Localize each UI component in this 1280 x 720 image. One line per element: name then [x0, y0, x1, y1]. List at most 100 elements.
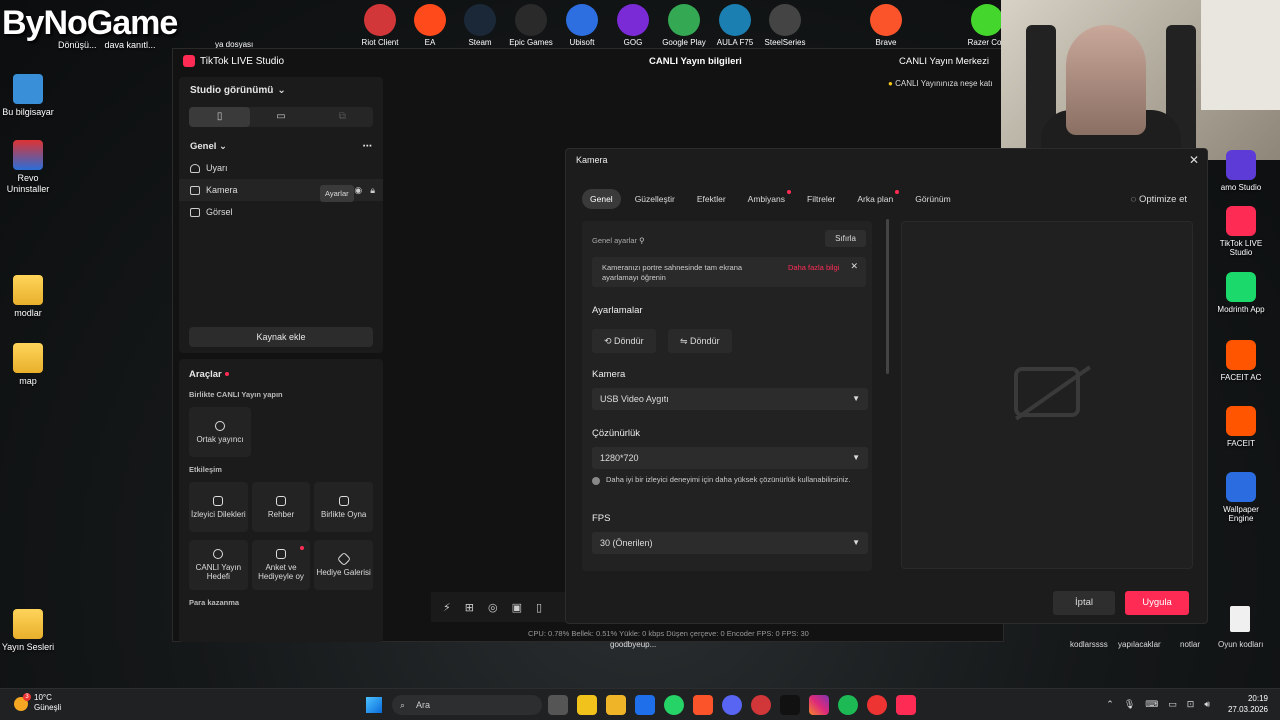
landscape-view-icon[interactable]: ▭: [250, 107, 311, 127]
phone-icon[interactable]: ▯: [536, 601, 542, 614]
windows-start-icon[interactable]: [366, 697, 382, 713]
tab-label: Arka plan: [857, 194, 894, 204]
riot-icon[interactable]: [751, 695, 771, 715]
document-icon[interactable]: [1230, 606, 1250, 632]
tool-cohost[interactable]: Ortak yayıncı: [189, 407, 251, 457]
tab-4[interactable]: Filtreler: [799, 189, 843, 209]
tool-viewer-wishes[interactable]: İzleyici Dilekleri: [189, 482, 248, 532]
tab-2[interactable]: Efektler: [689, 189, 734, 209]
task-view-icon[interactable]: [548, 695, 568, 715]
canvas-toolbar: ⚡ ⊞ ◎ ▣ ▯: [431, 592, 571, 622]
chevron-up-icon[interactable]: ⌃: [1106, 699, 1114, 710]
tool-gift-gallery[interactable]: Hediye Galerisi: [314, 540, 374, 590]
tab-6[interactable]: Görünüm: [907, 189, 958, 209]
right-desktop-icon-2[interactable]: Modrinth App: [1216, 272, 1266, 314]
top-app-4[interactable]: Ubisoft: [557, 4, 607, 47]
app-icon: [464, 4, 496, 36]
top-app-2[interactable]: Steam: [455, 4, 505, 47]
top-app-9[interactable]: Brave: [861, 4, 911, 47]
notification-badge: 3: [23, 693, 31, 701]
desktop-icon-revo[interactable]: Revo Uninstaller: [0, 140, 56, 195]
section-general[interactable]: Genel ⌄ ⋯: [179, 135, 383, 157]
layout-icon[interactable]: ▣: [512, 601, 522, 614]
optimize-button[interactable]: ◌ Optimize et: [1131, 194, 1187, 205]
portrait-view-icon[interactable]: ▯: [189, 107, 251, 127]
lock-icon[interactable]: 🔒︎: [370, 185, 375, 196]
right-desktop-icon-5[interactable]: Wallpaper Engine: [1216, 472, 1266, 523]
tab-3[interactable]: Ambiyans: [740, 189, 793, 209]
network-icon[interactable]: ⊡: [1187, 699, 1195, 710]
chrome-icon[interactable]: [867, 695, 887, 715]
desktop-icon-this-pc[interactable]: Bu bilgisayar: [0, 74, 56, 118]
learn-more-link[interactable]: Daha fazla bilgi: [788, 263, 839, 272]
top-app-1[interactable]: EA: [405, 4, 455, 47]
flip-button[interactable]: ⇋ Döndür: [668, 329, 732, 353]
live-info-title[interactable]: CANLI Yayın bilgileri: [649, 56, 742, 67]
tiktok-live-studio-taskbar-icon[interactable]: [896, 695, 916, 715]
studio-view-dropdown[interactable]: Studio görünümü ⌄: [179, 77, 383, 103]
fps-select[interactable]: 30 (Önerilen) ▼: [592, 532, 868, 554]
right-desktop-icon-4[interactable]: FACEIT: [1216, 406, 1266, 448]
outlook-icon[interactable]: [635, 695, 655, 715]
desktop-icon-map[interactable]: map: [0, 343, 56, 387]
folder-icon: [13, 275, 43, 305]
apply-button[interactable]: Uygula: [1125, 591, 1189, 615]
top-app-0[interactable]: Riot Client: [355, 4, 405, 47]
brave-icon[interactable]: [693, 695, 713, 715]
cancel-button[interactable]: İptal: [1053, 591, 1115, 615]
right-desktop-icon-3[interactable]: FACEIT AC: [1216, 340, 1266, 382]
desktop-icon-yayin-sesleri[interactable]: Yayın Sesleri: [0, 609, 56, 653]
spotify-icon[interactable]: [838, 695, 858, 715]
tool-live-goal[interactable]: CANLI Yayın Hedefi: [189, 540, 248, 590]
tool-guide[interactable]: Rehber: [251, 482, 311, 532]
magic-wand-icon[interactable]: ⚡: [443, 601, 451, 614]
microphone-icon[interactable]: 🎙︎: [1124, 699, 1135, 710]
close-icon[interactable]: ✕: [1189, 153, 1199, 167]
source-item-gorsel[interactable]: Görsel: [179, 201, 383, 223]
top-app-6[interactable]: Google Play: [659, 4, 709, 47]
tool-play-together[interactable]: Birlikte Oyna: [314, 482, 374, 532]
right-desktop-icon-1[interactable]: TikTok LIVE Studio: [1216, 206, 1266, 257]
tab-0[interactable]: Genel: [582, 189, 621, 209]
taskbar-search[interactable]: ⌕ Ara: [392, 695, 542, 715]
desktop-icon-dava[interactable]: dava kanıtl...: [100, 40, 160, 51]
settings-scrollbar[interactable]: [886, 219, 889, 374]
resolution-select[interactable]: 1280*720 ▼: [592, 447, 868, 469]
transform-icon[interactable]: ⊞: [465, 601, 474, 614]
live-center-title[interactable]: CANLI Yayın Merkezi: [899, 56, 989, 67]
rotate-button[interactable]: ⟲ Döndür: [592, 329, 656, 353]
right-desktop-icon-0[interactable]: amo Studio: [1216, 150, 1266, 192]
clock[interactable]: 20:19 27.03.2026: [1228, 693, 1268, 715]
top-app-7[interactable]: AULA F75: [710, 4, 760, 47]
more-options-icon[interactable]: ⋯: [363, 141, 373, 152]
tool-poll[interactable]: Anket ve Hediyeyle oy: [251, 540, 311, 590]
tab-5[interactable]: Arka plan: [849, 189, 901, 209]
webcam-feed: [1001, 0, 1280, 160]
tiktok-taskbar-icon[interactable]: [780, 695, 800, 715]
file-explorer-icon[interactable]: [606, 695, 626, 715]
display-icon[interactable]: ▭: [1168, 699, 1177, 710]
reset-button[interactable]: Sıfırla: [825, 230, 866, 247]
store-icon[interactable]: [577, 695, 597, 715]
close-banner-icon[interactable]: ✕: [850, 261, 858, 272]
whatsapp-icon[interactable]: [664, 695, 684, 715]
source-item-uyari[interactable]: Uyarı: [179, 157, 383, 179]
taskbar-pinned-apps: [548, 695, 916, 715]
volume-icon[interactable]: 🔊︎: [1204, 699, 1210, 710]
search-placeholder: Ara: [416, 700, 431, 710]
top-app-8[interactable]: SteelSeries: [760, 4, 810, 47]
instagram-icon[interactable]: [809, 695, 829, 715]
top-app-3[interactable]: Epic Games: [506, 4, 556, 47]
dual-view-icon[interactable]: ⧉: [312, 107, 373, 127]
desktop-icon-modlar[interactable]: modlar: [0, 275, 56, 319]
tab-1[interactable]: Güzelleştir: [627, 189, 683, 209]
camera-select[interactable]: USB Video Aygıtı ▼: [592, 388, 868, 410]
keyboard-icon[interactable]: ⌨: [1145, 699, 1158, 710]
desktop-icon-donusu[interactable]: Dönüşü...: [58, 40, 97, 51]
tab-label: Ambiyans: [747, 194, 785, 204]
ai-icon[interactable]: ◎: [488, 601, 498, 614]
eye-icon[interactable]: ◉: [354, 185, 362, 196]
add-source-button[interactable]: Kaynak ekle: [189, 327, 373, 347]
discord-icon[interactable]: [722, 695, 742, 715]
weather-widget[interactable]: 3 10°C Güneşli: [14, 693, 61, 713]
